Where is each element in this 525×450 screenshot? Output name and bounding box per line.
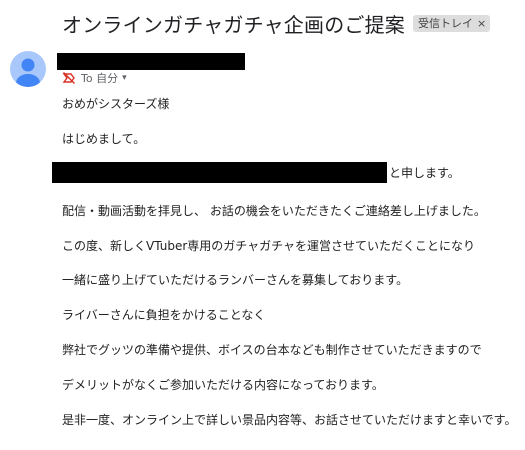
body-line-5: 弊社でグッツの準備や提供、ボイスの台本なども制作させていただきますので <box>62 343 482 357</box>
body-line-7: 是非一度、オンライン上で詳しい景品内容等、お話させていただけますと幸いです。 <box>62 413 517 427</box>
intro-line: はじめまして。 <box>62 132 146 146</box>
body-line-2: この度、新しくVTuber専用のガチャガチャを運営させていただくことになり <box>62 239 476 253</box>
remove-label-button[interactable]: × <box>477 17 486 30</box>
sender-avatar[interactable] <box>10 51 46 87</box>
recipient-text: To 自分 <box>81 72 119 85</box>
greeting-line: おめがシスターズ様 <box>62 97 170 111</box>
sender-name-redacted <box>57 53 245 70</box>
name-tail-line: と申します。 <box>389 166 460 180</box>
inbox-label-chip[interactable]: 受信トレイ × <box>413 14 491 32</box>
body-line-6: デメリットがなくご参加いただける内容になっております。 <box>62 378 384 392</box>
chevron-down-icon[interactable]: ▾ <box>122 73 127 83</box>
email-subject: オンラインガチャガチャ企画のご提案 <box>62 12 405 37</box>
inbox-label-text: 受信トレイ <box>418 17 473 30</box>
body-line-1: 配信・動画活動を拝見し、 お話の機会をいただきたくご連絡差し上げました。 <box>62 204 486 218</box>
subject-row: オンラインガチャガチャ企画のご提案 受信トレイ × <box>62 8 519 38</box>
body-line-4: ライバーさんに負担をかけることなく <box>62 308 266 322</box>
person-avatar-icon <box>16 58 40 87</box>
importance-muted-icon[interactable] <box>62 71 76 85</box>
company-name-redacted <box>52 162 387 183</box>
recipient-row[interactable]: To 自分 ▾ <box>62 70 127 86</box>
body-line-3: 一緒に盛り上げていただけるランバーさんを募集しております。 <box>62 273 409 287</box>
